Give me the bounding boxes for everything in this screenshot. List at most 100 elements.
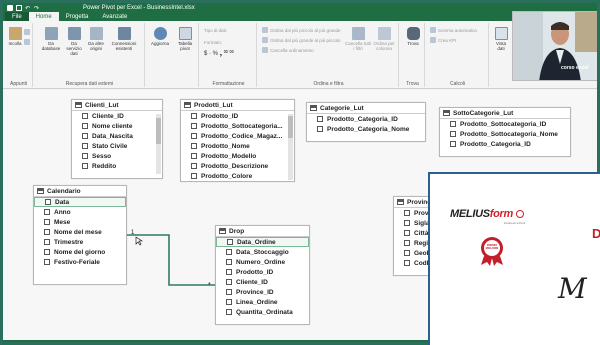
field-icon (82, 113, 88, 119)
field-row[interactable]: Quantita_Ordinata (216, 307, 309, 317)
field-row[interactable]: Prodotto_Modello (181, 151, 294, 161)
aggiorna-button[interactable]: Aggiorna (149, 27, 171, 46)
field-row[interactable]: Data_Nascita (72, 131, 162, 141)
cut-icon[interactable] (24, 39, 30, 45)
da-database-button[interactable]: Da database (39, 27, 63, 51)
field-row[interactable]: Mese (34, 217, 126, 227)
group-label: Recupera dati esterni (65, 81, 114, 87)
field-row[interactable]: Prodotto_ID (216, 267, 309, 277)
number-format-buttons[interactable]: $ · % ❟ ⁰⁰ ⁰⁰ (204, 51, 234, 58)
award-medal-icon (481, 237, 503, 266)
field-row[interactable]: Province_ID (216, 287, 309, 297)
clear-filters-button[interactable]: Cancella tutti i filtri (345, 27, 371, 51)
sort-desc-button[interactable]: Ordina dal più grande al più piccolo (262, 37, 341, 43)
field-row[interactable]: Festivo-Feriale (34, 257, 126, 267)
table-icon (184, 102, 191, 108)
field-icon (191, 163, 197, 169)
field-row[interactable]: Prodotto_Sottocategoria... (181, 121, 294, 131)
vista-dati-button[interactable]: Vista dati (492, 27, 510, 51)
table-header[interactable]: Calendario (34, 186, 126, 197)
incolla-button[interactable]: Incolla (7, 27, 23, 46)
field-row[interactable]: Cliente_ID (72, 111, 162, 121)
brand-logo: MELIUSform (450, 208, 524, 220)
trova-button[interactable]: Trova (404, 27, 422, 46)
field-row-selected[interactable]: Data_Ordine (216, 237, 309, 247)
field-icon (227, 239, 233, 245)
sort-by-column-button[interactable]: Ordina per colonna (371, 27, 397, 51)
copy-icon[interactable] (24, 29, 30, 35)
field-row[interactable]: Prodotto_Categoria_ID (307, 114, 425, 124)
table-drop[interactable]: Drop Data_Ordine Data_Stoccaggio Numero_… (215, 225, 310, 325)
tab-progetta[interactable]: Progetta (59, 12, 96, 21)
scrollbar-thumb[interactable] (288, 116, 293, 138)
field-row[interactable]: Nome del mese (34, 227, 126, 237)
tab-file[interactable]: File (5, 12, 29, 21)
table-header[interactable]: SottoCategorie_Lut (440, 108, 570, 119)
field-row[interactable]: Prodotto_Codice_Magaz... (181, 131, 294, 141)
table-header[interactable]: Prodotti_Lut (181, 100, 294, 111)
tabella-pivot-button[interactable]: Tabella pivot (173, 27, 197, 51)
table-scrollbar[interactable] (156, 114, 161, 174)
table-icon (443, 110, 450, 116)
sort-asc-button[interactable]: Ordina dal più piccolo al più grande (262, 27, 341, 33)
group-calcoli: Somma automatica Crea KPI Calcoli (427, 23, 489, 87)
clear-sort-button[interactable]: Cancella ordinamento (262, 47, 314, 53)
field-icon (191, 173, 197, 179)
group-label: Appunti (10, 81, 27, 87)
field-icon (226, 309, 232, 315)
group-visualizza: Vista dati (491, 23, 511, 87)
da-servizio-dati-button[interactable]: Da servizio dati (63, 27, 85, 56)
table-header[interactable]: Drop (216, 226, 309, 237)
field-row[interactable]: Prodotto_ID (181, 111, 294, 121)
tipo-dati-dropdown[interactable]: Tipo di dati: (204, 28, 227, 33)
tab-avanzate[interactable]: Avanzate (95, 12, 134, 21)
field-row[interactable]: Numero_Ordine (216, 257, 309, 267)
title-bar: ↶ ↷ Power Pivot per Excel - BusinessInte… (3, 3, 597, 12)
table-categorie-lut[interactable]: Categorie_Lut Prodotto_Categoria_ID Prod… (306, 102, 426, 142)
sort-column-icon (377, 27, 391, 40)
table-sottocategorie-lut[interactable]: SottoCategorie_Lut Prodotto_Sottocategor… (439, 107, 571, 157)
field-row[interactable]: Sesso (72, 151, 162, 161)
field-row[interactable]: Anno (34, 207, 126, 217)
field-row[interactable]: Prodotto_Colore (181, 171, 294, 181)
field-icon (450, 131, 456, 137)
tab-home[interactable]: Home (28, 12, 59, 21)
group-label: Calcoli (449, 81, 465, 87)
field-row[interactable]: Stato Civile (72, 141, 162, 151)
table-header[interactable]: Categorie_Lut (307, 103, 425, 114)
field-row[interactable]: Prodotto_Nome (181, 141, 294, 151)
table-prodotti-lut[interactable]: Prodotti_Lut Prodotto_ID Prodotto_Sottoc… (180, 99, 295, 182)
sort-asc-icon (262, 27, 268, 33)
table-header[interactable]: Clienti_Lut (72, 100, 162, 111)
field-row[interactable]: Prodotto_Sottocategoria_Nome (440, 129, 570, 139)
scrollbar-thumb[interactable] (156, 118, 161, 144)
field-row[interactable]: Reddito (72, 161, 162, 171)
redo-icon[interactable]: ↷ (34, 5, 40, 12)
somma-automatica-button[interactable]: Somma automatica (430, 27, 477, 33)
table-clienti-lut[interactable]: Clienti_Lut Cliente_ID Nome cliente Data… (71, 99, 163, 179)
field-icon (404, 240, 410, 246)
da-altre-origini-button[interactable]: Da altre origini (85, 27, 107, 51)
field-row[interactable]: Nome del giorno (34, 247, 126, 257)
table-scrollbar[interactable] (288, 114, 293, 180)
field-row[interactable]: Nome cliente (72, 121, 162, 131)
field-row[interactable]: Linea_Ordine (216, 297, 309, 307)
save-icon[interactable] (16, 4, 22, 11)
video-label: corso excel (561, 65, 589, 71)
field-row[interactable]: Trimestre (34, 237, 126, 247)
crea-kpi-button[interactable]: Crea KPI (430, 37, 456, 43)
field-row[interactable]: Cliente_ID (216, 277, 309, 287)
field-row[interactable]: Prodotto_Sottocategoria_ID (440, 119, 570, 129)
field-icon (404, 250, 410, 256)
table-calendario[interactable]: Calendario Data Anno Mese Nome del mese … (33, 185, 127, 285)
table-icon (397, 199, 404, 205)
field-row[interactable]: Prodotto_Categoria_Nome (307, 124, 425, 134)
field-row-selected[interactable]: Data (34, 197, 126, 207)
connessioni-esistenti-button[interactable]: Connessioni esistenti (109, 27, 139, 51)
formato-dropdown[interactable]: Formato: (204, 40, 222, 45)
field-row[interactable]: Data_Stoccaggio (216, 247, 309, 257)
field-row[interactable]: Prodotto_Categoria_ID (440, 139, 570, 149)
undo-icon[interactable]: ↶ (25, 5, 31, 12)
connections-icon (117, 27, 131, 40)
field-row[interactable]: Prodotto_Descrizione (181, 161, 294, 171)
